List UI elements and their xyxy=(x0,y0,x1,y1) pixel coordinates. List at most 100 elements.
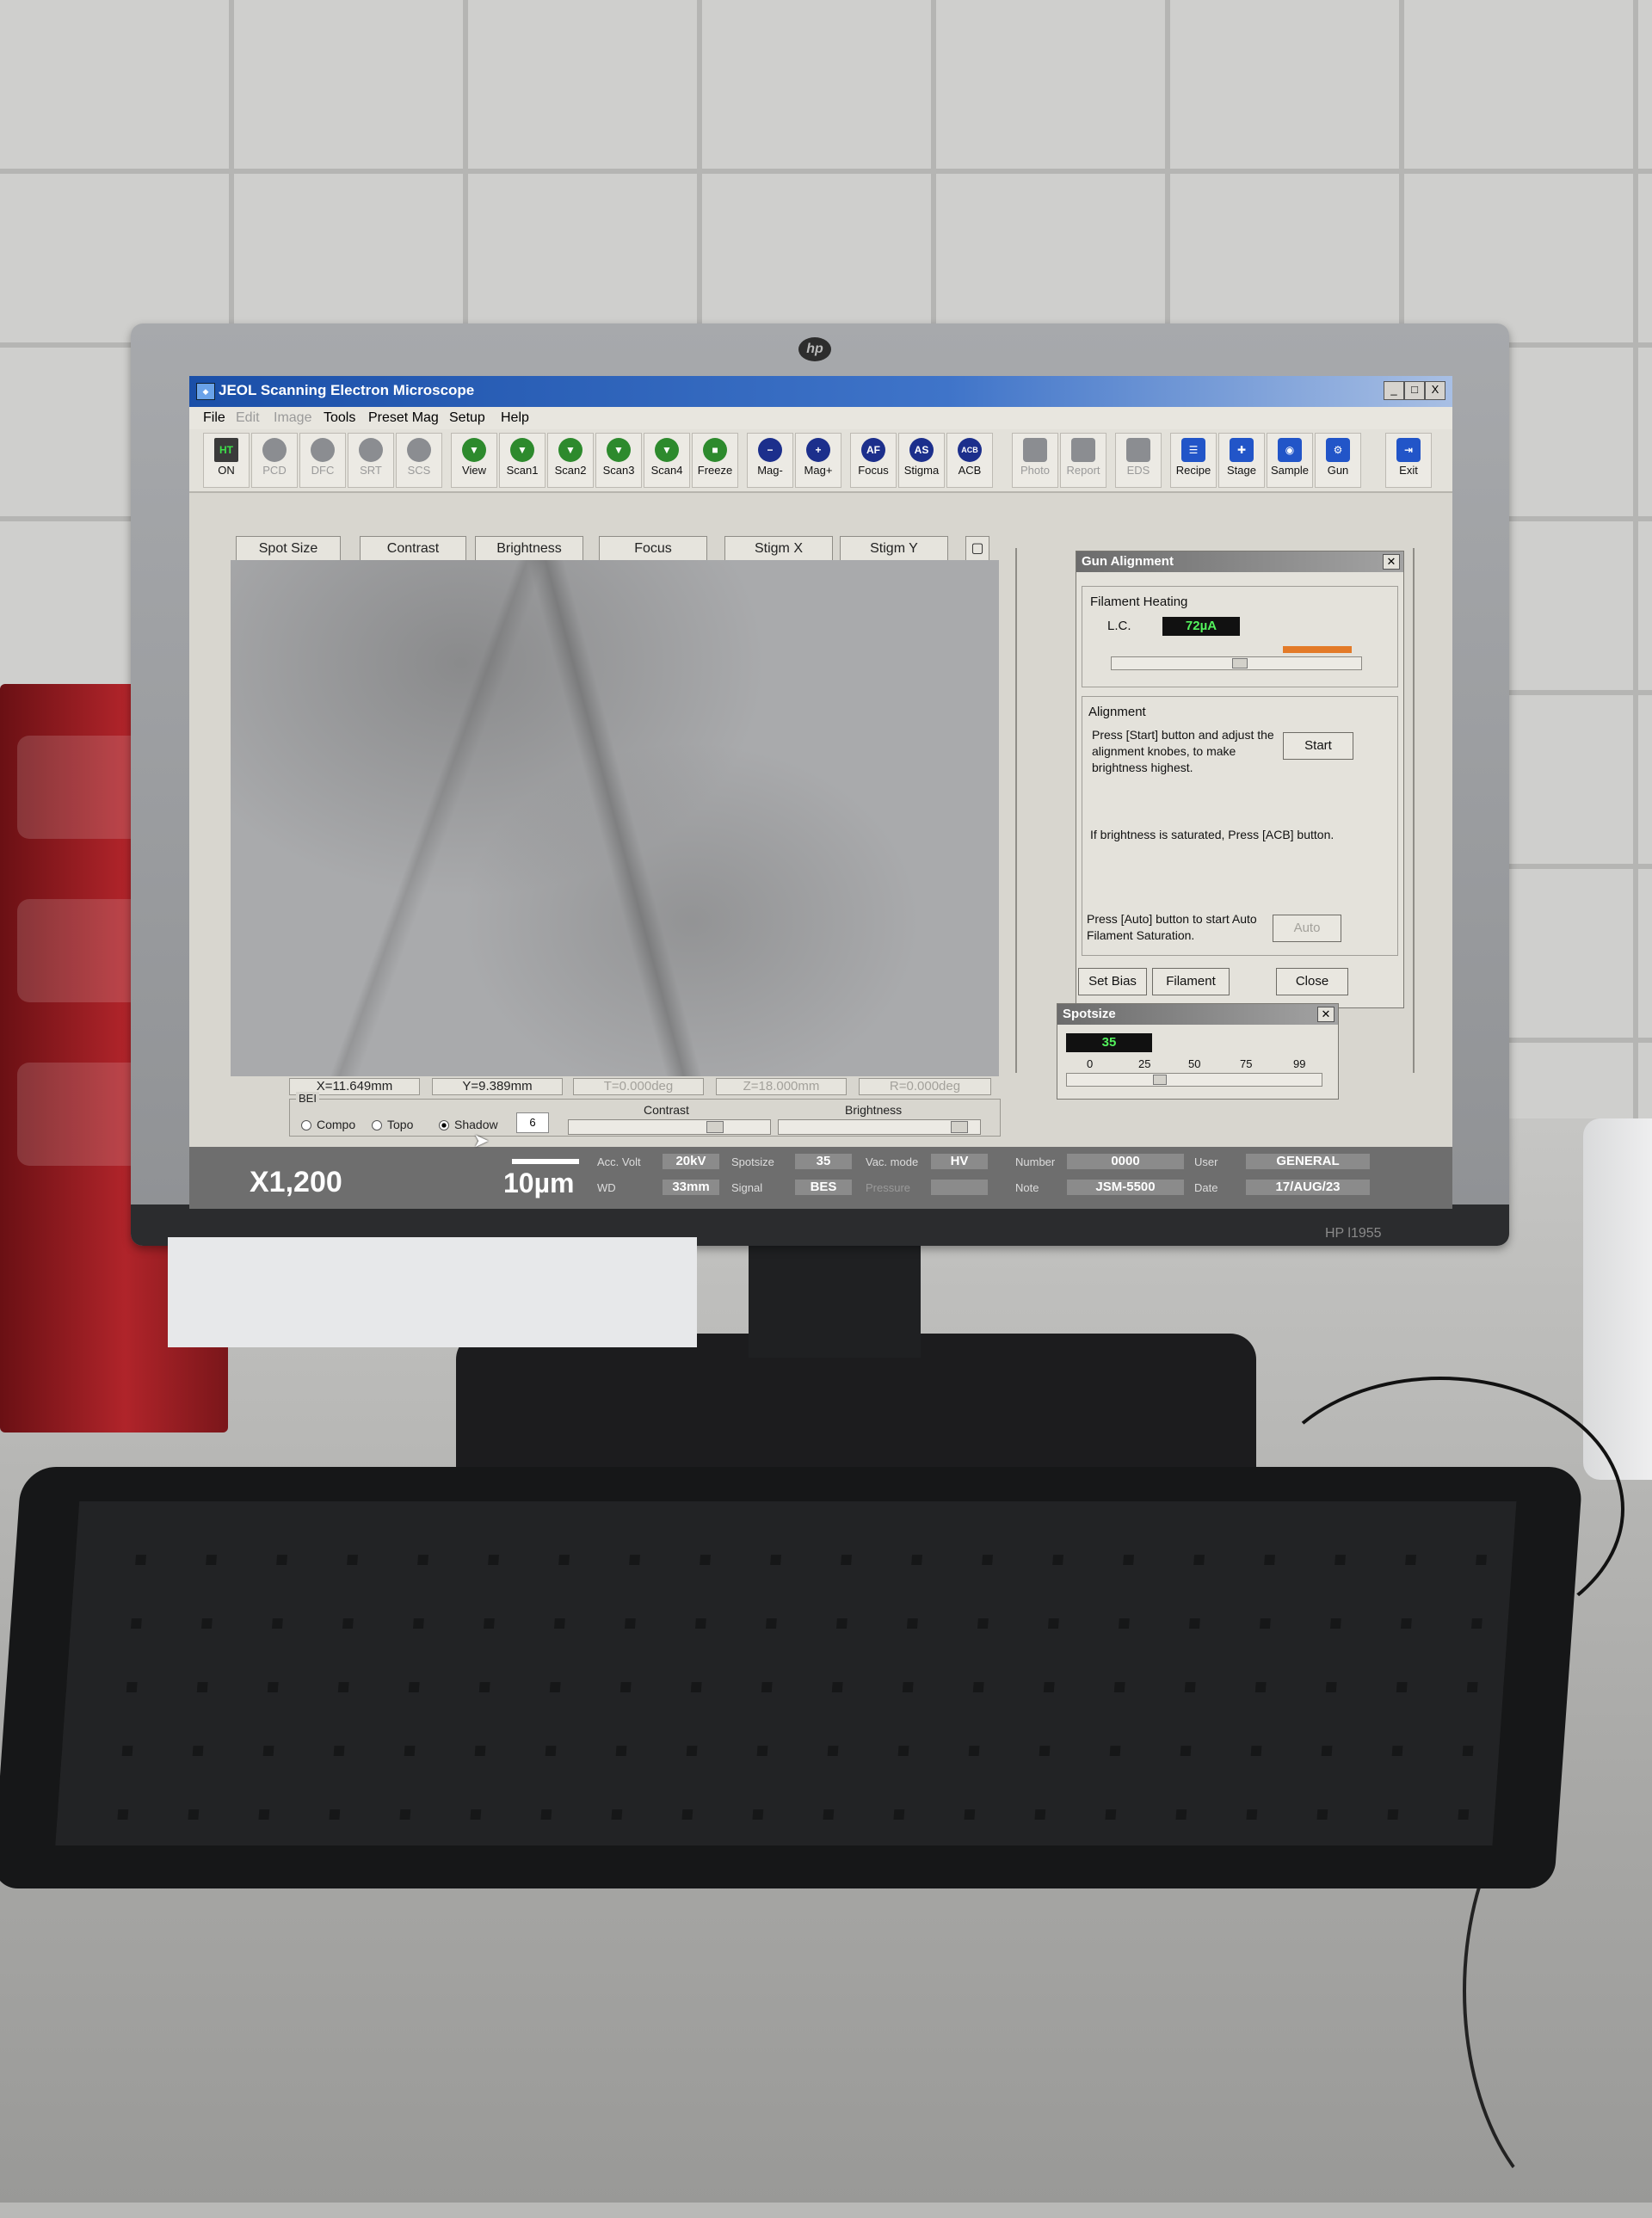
recipe-button[interactable]: ☰ Recipe xyxy=(1170,433,1217,488)
minimize-button[interactable]: _ xyxy=(1384,381,1404,400)
freeze-icon: ■ xyxy=(703,438,727,462)
photo-button[interactable]: Photo xyxy=(1012,433,1058,488)
spotsize-slider[interactable] xyxy=(1066,1073,1322,1087)
menu-file[interactable]: File xyxy=(203,410,225,426)
scs-button[interactable]: SCS xyxy=(396,433,442,488)
toolbar-label: Scan1 xyxy=(506,464,539,477)
wd-label: WD xyxy=(597,1181,616,1194)
report-button[interactable]: Report xyxy=(1060,433,1106,488)
focus-button[interactable]: AF Focus xyxy=(850,433,897,488)
filament-slider[interactable] xyxy=(1111,656,1362,670)
mag-plus-button[interactable]: + Mag+ xyxy=(795,433,841,488)
set-bias-button[interactable]: Set Bias xyxy=(1078,968,1147,995)
maximize-button[interactable]: □ xyxy=(1404,381,1425,400)
radio-label: Compo xyxy=(317,1118,356,1131)
gun-button[interactable]: ⚙ Gun xyxy=(1315,433,1361,488)
filament-button[interactable]: Filament xyxy=(1152,968,1230,995)
scan4-icon: ▼ xyxy=(655,438,679,462)
gun-icon: ⚙ xyxy=(1326,438,1350,462)
brightness-button[interactable]: Brightness xyxy=(475,536,583,562)
tick-label: 75 xyxy=(1240,1057,1253,1070)
view-icon: ▼ xyxy=(462,438,486,462)
stigm-y-button[interactable]: Stigm Y xyxy=(840,536,948,562)
auto-button[interactable]: Auto xyxy=(1273,915,1341,942)
menu-edit[interactable]: Edit xyxy=(236,410,260,426)
app-icon: ◆ xyxy=(196,383,215,400)
mag-minus-button[interactable]: − Mag- xyxy=(747,433,793,488)
signal-value: BES xyxy=(795,1180,852,1195)
stage-button[interactable]: ✚ Stage xyxy=(1218,433,1265,488)
menu-help[interactable]: Help xyxy=(501,410,529,426)
stigm-x-button[interactable]: Stigm X xyxy=(724,536,833,562)
menu-image[interactable]: Image xyxy=(274,410,311,426)
dialog-close-icon[interactable]: ✕ xyxy=(1383,554,1400,570)
pcd-button[interactable]: PCD xyxy=(251,433,298,488)
srt-icon xyxy=(359,438,383,462)
shadow-spinner[interactable]: 6 xyxy=(516,1112,549,1133)
menu-tools[interactable]: Tools xyxy=(324,410,355,426)
view-button[interactable]: ▼ View xyxy=(451,433,497,488)
spotsize-title: Spotsize xyxy=(1057,1004,1338,1025)
srt-button[interactable]: SRT xyxy=(348,433,394,488)
slider-thumb[interactable] xyxy=(1153,1075,1167,1085)
tick-label: 25 xyxy=(1138,1057,1151,1070)
user-label: User xyxy=(1194,1155,1218,1168)
toolbar-label: ON xyxy=(218,464,235,477)
radio-dot xyxy=(301,1120,311,1131)
bei-label: BEI xyxy=(296,1092,319,1105)
toolbar-label: Mag- xyxy=(757,464,783,477)
close-window-button[interactable]: X xyxy=(1425,381,1446,400)
sem-live-image[interactable] xyxy=(231,560,999,1076)
slider-thumb[interactable] xyxy=(951,1121,968,1133)
acb-button[interactable]: ACB ACB xyxy=(946,433,993,488)
toolbar-label: ACB xyxy=(958,464,982,477)
menu-preset-mag[interactable]: Preset Mag xyxy=(368,410,439,426)
compo-radio[interactable]: Compo xyxy=(301,1118,355,1131)
freeze-button[interactable]: ■ Freeze xyxy=(692,433,738,488)
acb-instructions: If brightness is saturated, Press [ACB] … xyxy=(1090,828,1335,841)
focus-function-button[interactable]: Focus xyxy=(599,536,707,562)
dfc-icon xyxy=(311,438,335,462)
eds-button[interactable]: EDS xyxy=(1115,433,1162,488)
mag-plus-icon: + xyxy=(806,438,830,462)
tick-label: 99 xyxy=(1293,1057,1306,1070)
dfc-button[interactable]: DFC xyxy=(299,433,346,488)
slider-thumb[interactable] xyxy=(1232,658,1248,668)
sample-button[interactable]: ◉ Sample xyxy=(1267,433,1313,488)
scale-bar-label: 10µm xyxy=(503,1168,575,1198)
spot-size-button[interactable]: Spot Size xyxy=(236,536,341,562)
pressure-value xyxy=(931,1180,988,1195)
scan2-button[interactable]: ▼ Scan2 xyxy=(547,433,594,488)
expand-button[interactable]: ▢ xyxy=(965,536,989,562)
acc-volt-label: Acc. Volt xyxy=(597,1155,641,1168)
recipe-icon: ☰ xyxy=(1181,438,1205,462)
scan3-button[interactable]: ▼ Scan3 xyxy=(595,433,642,488)
slider-thumb[interactable] xyxy=(706,1121,724,1133)
keyboard[interactable] xyxy=(0,1467,1584,1888)
ht-on-button[interactable]: HT ON xyxy=(203,433,250,488)
keyboard-keys[interactable] xyxy=(55,1501,1517,1845)
sample-icon: ◉ xyxy=(1278,438,1302,462)
exit-button[interactable]: ⇥ Exit xyxy=(1385,433,1432,488)
start-button[interactable]: Start xyxy=(1283,732,1353,760)
radio-dot-selected xyxy=(439,1120,449,1131)
brightness-slider[interactable] xyxy=(778,1119,981,1135)
spotsize-value: 35 xyxy=(795,1154,852,1169)
topo-radio[interactable]: Topo xyxy=(372,1118,413,1131)
stigma-button[interactable]: AS Stigma xyxy=(898,433,945,488)
close-button[interactable]: Close xyxy=(1276,968,1348,995)
sem-application-window: ◆ JEOL Scanning Electron Microscope _ □ … xyxy=(189,376,1452,1209)
scan4-button[interactable]: ▼ Scan4 xyxy=(644,433,690,488)
menu-setup[interactable]: Setup xyxy=(449,410,485,426)
alignment-instructions: Press [Start] button and adjust the alig… xyxy=(1092,728,1274,774)
spotsize-close-icon[interactable]: ✕ xyxy=(1317,1007,1335,1022)
tick-label: 50 xyxy=(1188,1057,1201,1070)
contrast-slider[interactable] xyxy=(568,1119,771,1135)
radio-label: Topo xyxy=(387,1118,414,1131)
toolbar-label: PCD xyxy=(262,464,287,477)
contrast-button[interactable]: Contrast xyxy=(360,536,466,562)
toolbar-label: Recipe xyxy=(1175,464,1211,477)
user-value: GENERAL xyxy=(1246,1154,1370,1169)
mag-minus-icon: − xyxy=(758,438,782,462)
scan1-button[interactable]: ▼ Scan1 xyxy=(499,433,546,488)
